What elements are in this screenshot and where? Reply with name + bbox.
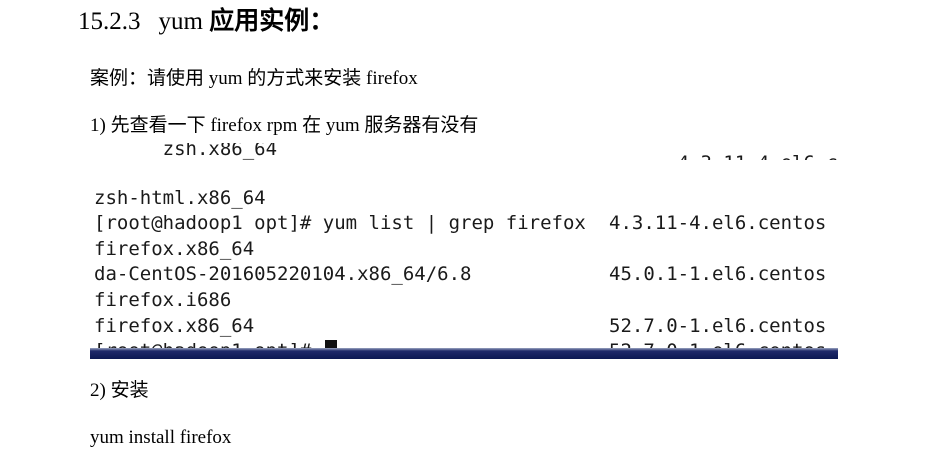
case-paragraph: 案例：请使用 yum 的方式来安装 firefox [90, 68, 418, 89]
step1-paragraph: 1) 先查看一下 firefox rpm 在 yum 服务器有没有 [90, 115, 479, 136]
terminal-output: zsh.x86_64 4.3.11-4.el6.centos zsh-html.… [90, 143, 838, 359]
install-command: yum install firefox [90, 427, 232, 448]
terminal-line-right: 4.3.11-4.el6.centos [678, 152, 838, 161]
terminal-line: zsh.x86_64 4.3.11-4.el6.centos [90, 143, 838, 160]
section-number: 15.2.3 [78, 8, 141, 35]
terminal-line: da-CentOS-201605220104.x86_64/6.8 [90, 237, 838, 285]
terminal-line-left: zsh.x86_64 [162, 143, 278, 160]
terminal-line: firefox.x86_64 45.0.1-1.el6.centos [90, 211, 838, 286]
terminal-line: firefox.x86_64 52.7.0-1.el6.centos [90, 288, 838, 359]
terminal-line: firefox.i686 52.7.0-1.el6.centos [90, 262, 838, 337]
terminal-prompt-line: [root@hadoop1 opt]# [90, 314, 838, 359]
section-title-cjk: 应用实例： [209, 8, 335, 35]
section-heading: 15.2.3 yum 应用实例： [78, 4, 334, 40]
section-title-latin: yum [158, 8, 203, 35]
terminal-line: zsh-html.x86_64 4.3.11-4.el6.centos [90, 160, 838, 235]
terminal-screenshot: zsh.x86_64 4.3.11-4.el6.centos zsh-html.… [90, 143, 838, 359]
step2-paragraph: 2) 安装 [90, 380, 149, 401]
terminal-line: [root@hadoop1 opt]# yum list | grep fire… [90, 186, 838, 234]
terminal-bottom-bar [90, 348, 838, 359]
